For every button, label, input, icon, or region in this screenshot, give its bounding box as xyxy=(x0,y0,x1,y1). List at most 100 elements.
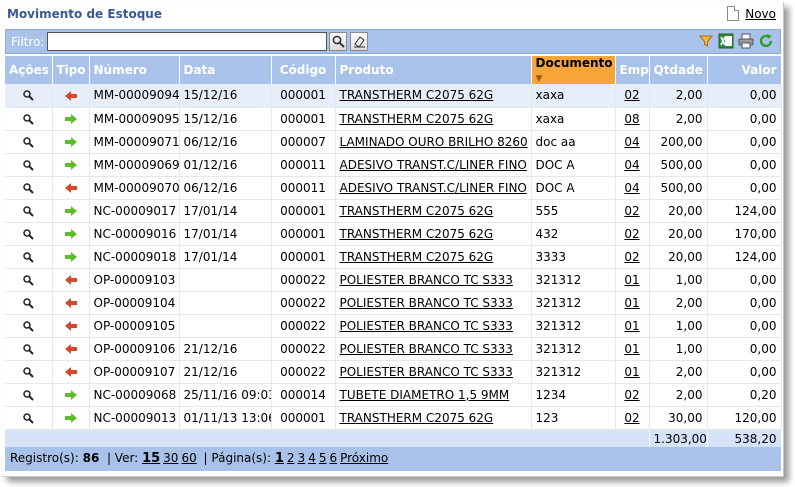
refresh-button[interactable] xyxy=(758,33,774,49)
page-size-15[interactable]: 15 xyxy=(142,451,160,466)
page-link-4[interactable]: 4 xyxy=(308,451,316,465)
view-action[interactable] xyxy=(5,222,53,246)
emp-link[interactable]: 02 xyxy=(624,388,639,402)
magnifier-icon[interactable] xyxy=(23,182,34,194)
magnifier-icon[interactable] xyxy=(23,412,34,424)
magnifier-icon[interactable] xyxy=(23,228,34,240)
produto-link[interactable]: ADESIVO TRANST.C/LINER FINO xyxy=(340,158,527,172)
emp-link[interactable]: 02 xyxy=(624,227,639,241)
produto-link[interactable]: TRANSTHERM C2075 62G xyxy=(340,112,494,126)
magnifier-icon[interactable] xyxy=(23,205,34,217)
view-action[interactable] xyxy=(5,291,53,315)
view-action[interactable] xyxy=(5,153,53,177)
emp-link[interactable]: 04 xyxy=(624,158,639,172)
print-button[interactable] xyxy=(738,33,754,49)
col-produto[interactable]: Produto xyxy=(335,56,532,84)
view-action[interactable] xyxy=(5,84,53,108)
table-row[interactable]: MM-00009094 15/12/16 000001 TRANSTHERM C207… xyxy=(5,84,782,108)
table-row[interactable]: MM-00009095 15/12/16 000001 TRANSTHERM C207… xyxy=(5,107,782,131)
view-action[interactable] xyxy=(5,199,53,223)
table-row[interactable]: NC-00009017 17/01/14 000001 TRANSTHERM C207… xyxy=(5,199,782,223)
emp-link[interactable]: 01 xyxy=(624,342,639,356)
view-action[interactable] xyxy=(5,176,53,200)
magnifier-icon[interactable] xyxy=(23,320,34,332)
table-row[interactable]: MM-00009071 06/12/16 000007 LAMINADO OURO B… xyxy=(5,130,782,154)
col-codigo[interactable]: Código xyxy=(271,56,336,84)
table-row[interactable]: MM-00009070 06/12/16 000011 ADESIVO TRANST.… xyxy=(5,176,782,200)
export-excel-button[interactable] xyxy=(718,33,734,49)
emp-link[interactable]: 02 xyxy=(624,88,639,102)
magnifier-icon[interactable] xyxy=(23,90,34,101)
emp-link[interactable]: 02 xyxy=(624,204,639,218)
magnifier-icon[interactable] xyxy=(23,389,34,401)
table-row[interactable]: OP-00009104 000022 POLIESTER BRANCO TC S33… xyxy=(5,291,782,315)
new-record[interactable]: Novo xyxy=(727,6,776,21)
emp-link[interactable]: 08 xyxy=(624,112,639,126)
emp-link[interactable]: 02 xyxy=(624,250,639,264)
emp-link[interactable]: 04 xyxy=(624,135,639,149)
col-qtdade[interactable]: Qtdade xyxy=(649,56,708,84)
table-row[interactable]: OP-00009103 000022 POLIESTER BRANCO TC S33… xyxy=(5,268,782,292)
produto-link[interactable]: POLIESTER BRANCO TC S333 xyxy=(340,342,513,356)
produto-link[interactable]: TRANSTHERM C2075 62G xyxy=(340,204,494,218)
magnifier-icon[interactable] xyxy=(23,274,34,286)
produto-link[interactable]: POLIESTER BRANCO TC S333 xyxy=(340,319,513,333)
produto-link[interactable]: POLIESTER BRANCO TC S333 xyxy=(340,365,513,379)
magnifier-icon[interactable] xyxy=(23,113,34,125)
produto-link[interactable]: POLIESTER BRANCO TC S333 xyxy=(340,296,513,310)
emp-link[interactable]: 02 xyxy=(624,411,639,425)
produto-link[interactable]: LAMINADO OURO BRILHO 8260 xyxy=(340,135,528,149)
emp-link[interactable]: 01 xyxy=(624,296,639,310)
page-link-6[interactable]: 6 xyxy=(329,451,337,465)
col-data[interactable]: Data xyxy=(179,56,272,84)
magnifier-icon[interactable] xyxy=(23,136,34,148)
col-documento[interactable]: Documento ▼ xyxy=(531,56,616,84)
produto-link[interactable]: TRANSTHERM C2075 62G xyxy=(340,88,494,102)
page-size-60[interactable]: 60 xyxy=(181,451,196,465)
produto-link[interactable]: TRANSTHERM C2075 62G xyxy=(340,227,494,241)
page-link-5[interactable]: 5 xyxy=(319,451,327,465)
new-link[interactable]: Novo xyxy=(745,7,776,21)
clear-filter-button[interactable] xyxy=(350,32,368,51)
table-row[interactable]: OP-00009105 000022 POLIESTER BRANCO TC S33… xyxy=(5,314,782,338)
view-action[interactable] xyxy=(5,130,53,154)
produto-link[interactable]: ADESIVO TRANST.C/LINER FINO xyxy=(340,181,527,195)
produto-link[interactable]: TRANSTHERM C2075 62G xyxy=(340,411,494,425)
emp-link[interactable]: 01 xyxy=(624,273,639,287)
magnifier-icon[interactable] xyxy=(23,159,34,171)
filter-funnel-button[interactable] xyxy=(698,33,714,49)
emp-link[interactable]: 01 xyxy=(624,365,639,379)
table-row[interactable]: OP-00009106 21/12/16 000022 POLIESTER BRANC… xyxy=(5,337,782,361)
view-action[interactable] xyxy=(5,245,53,269)
table-row[interactable]: NC-00009013 01/11/13 13:06 000001 TRANSTHER… xyxy=(5,406,782,430)
magnifier-icon[interactable] xyxy=(23,251,34,263)
col-emp[interactable]: Emp xyxy=(615,56,650,84)
search-button[interactable] xyxy=(329,32,347,51)
magnifier-icon[interactable] xyxy=(23,343,34,355)
page-link-2[interactable]: 2 xyxy=(287,451,295,465)
table-row[interactable]: NC-00009016 17/01/14 000001 TRANSTHERM C207… xyxy=(5,222,782,246)
view-action[interactable] xyxy=(5,360,53,384)
produto-link[interactable]: POLIESTER BRANCO TC S333 xyxy=(340,273,513,287)
table-row[interactable]: NC-00009068 25/11/16 09:03 000014 TUBETE DI… xyxy=(5,383,782,407)
filter-input[interactable] xyxy=(47,32,327,51)
magnifier-icon[interactable] xyxy=(23,366,34,378)
page-link-3[interactable]: 3 xyxy=(298,451,306,465)
view-action[interactable] xyxy=(5,107,53,131)
col-valor[interactable]: Valor xyxy=(707,56,782,84)
magnifier-icon[interactable] xyxy=(23,297,34,309)
emp-link[interactable]: 04 xyxy=(624,181,639,195)
view-action[interactable] xyxy=(5,406,53,430)
table-row[interactable]: MM-00009069 01/12/16 000011 ADESIVO TRANST.… xyxy=(5,153,782,177)
produto-link[interactable]: TRANSTHERM C2075 62G xyxy=(340,250,494,264)
page-size-30[interactable]: 30 xyxy=(163,451,178,465)
next-page-link[interactable]: Próximo xyxy=(340,451,388,465)
table-row[interactable]: NC-00009018 17/01/14 000001 TRANSTHERM C207… xyxy=(5,245,782,269)
emp-link[interactable]: 01 xyxy=(624,319,639,333)
view-action[interactable] xyxy=(5,314,53,338)
new-document-icon[interactable] xyxy=(727,6,740,21)
view-action[interactable] xyxy=(5,383,53,407)
produto-link[interactable]: TUBETE DIAMETRO 1,5 9MM xyxy=(340,388,510,402)
view-action[interactable] xyxy=(5,337,53,361)
col-numero[interactable]: Número xyxy=(89,56,180,84)
